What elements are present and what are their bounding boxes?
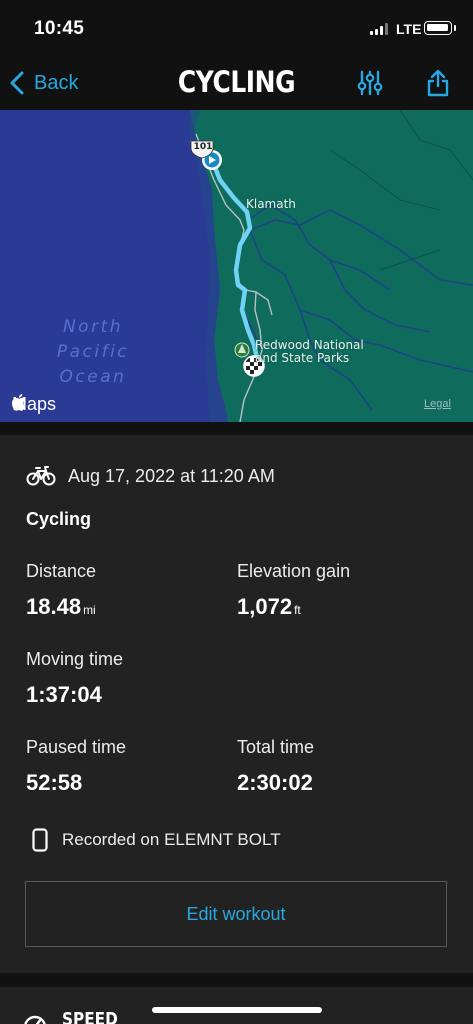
moving-time-label: Moving time	[26, 649, 124, 669]
speed-section: SPEED	[0, 987, 473, 1024]
park-label: Redwood National and State Parks	[255, 339, 364, 365]
ocean-label-line3: Ocean	[59, 367, 127, 387]
workout-date-row: Aug 17, 2022 at 11:20 AM	[26, 465, 275, 487]
elevation-gain-value: 1,072 ft	[237, 594, 301, 620]
distance-value: 18.48 mi	[26, 594, 96, 620]
elevation-gain-unit: ft	[294, 603, 301, 617]
route-map[interactable]: 101 North Pacific Ocean Klamath Redwood …	[0, 110, 473, 422]
distance-unit: mi	[83, 603, 96, 617]
legal-link[interactable]: Legal	[424, 398, 451, 410]
ocean-label-line1: North	[62, 317, 124, 337]
paused-time-value: 52:58	[26, 770, 83, 795]
network-label: LTE	[396, 21, 422, 37]
total-time-value: 2:30:02	[237, 770, 313, 795]
distance-label: Distance	[26, 561, 97, 581]
status-time: 10:45	[34, 18, 85, 39]
battery-icon	[424, 21, 456, 35]
recorded-on-label: Recorded on ELEMNT BOLT	[62, 830, 281, 849]
paused-time-label: Paused time	[26, 737, 127, 757]
speedometer-icon	[24, 1015, 46, 1024]
total-time-label: Total time	[237, 737, 315, 757]
recorded-device-row: Recorded on ELEMNT BOLT	[32, 828, 281, 852]
section-divider-2	[0, 973, 473, 987]
edit-workout-button[interactable]: Edit workout	[25, 881, 447, 947]
section-divider	[0, 422, 473, 435]
elevation-gain-number: 1,072	[237, 594, 293, 619]
place-label: Klamath	[246, 197, 296, 211]
park-label-line2: and State Parks	[255, 351, 350, 365]
speed-section-title: SPEED	[62, 1009, 118, 1024]
workout-summary-card: Aug 17, 2022 at 11:20 AM Cycling Distanc…	[0, 435, 473, 973]
status-bar: 10:45 LTE	[0, 0, 473, 56]
device-icon	[32, 828, 48, 852]
chevron-left-icon	[10, 71, 24, 95]
signal-icon	[370, 23, 390, 35]
navigation-bar: Back CYCLING	[0, 56, 473, 110]
highway-number: 101	[193, 142, 213, 152]
elevation-gain-label: Elevation gain	[237, 561, 351, 581]
battery-fill	[427, 24, 448, 31]
sliders-icon[interactable]	[356, 69, 384, 97]
ocean-label-line2: Pacific	[56, 342, 130, 362]
home-indicator[interactable]	[152, 1007, 322, 1013]
activity-name: Cycling	[26, 509, 92, 529]
park-tree-icon	[234, 342, 250, 358]
bicycle-icon	[26, 466, 56, 486]
workout-date: Aug 17, 2022 at 11:20 AM	[68, 465, 275, 486]
apple-icon	[12, 394, 26, 411]
share-icon[interactable]	[425, 69, 453, 97]
maps-attribution: Maps	[12, 394, 56, 415]
moving-time-value: 1:37:04	[26, 682, 102, 707]
distance-number: 18.48	[26, 594, 82, 619]
